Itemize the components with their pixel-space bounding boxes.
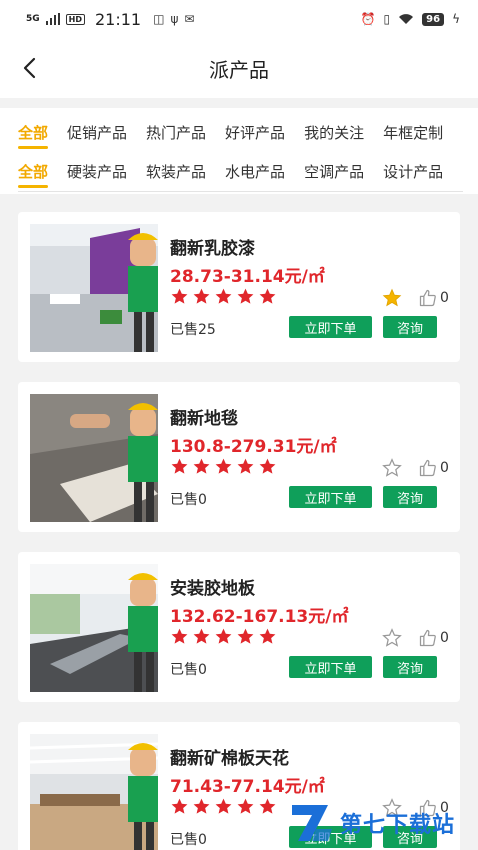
charging-icon: ϟ [452, 12, 460, 26]
rating-stars [170, 627, 277, 646]
star-filled-icon [193, 798, 210, 814]
favorite-star-outline-icon[interactable] [382, 458, 402, 478]
notification-icon: ◫ [153, 12, 165, 26]
star-filled-icon [193, 458, 210, 474]
tab-soft-decoration[interactable]: 软装产品 [146, 153, 206, 190]
tab-plumbing-electrical[interactable]: 水电产品 [225, 153, 285, 190]
product-price: 130.8-279.31元/㎡ [170, 437, 337, 457]
star-filled-icon [215, 288, 232, 304]
signal-icon [45, 13, 60, 25]
product-price: 28.73-31.14元/㎡ [170, 267, 325, 287]
page-title: 派产品 [209, 57, 269, 82]
sold-count: 已售0 [170, 832, 207, 848]
sold-count: 已售0 [170, 662, 207, 678]
mail-icon: ✉ [184, 12, 195, 26]
star-filled-icon [237, 458, 254, 474]
usb-icon: ψ [170, 12, 179, 26]
status-bar: 5G HD 21:11 ◫ ψ ✉ ⏰ ▯ 96 ϟ [0, 0, 478, 38]
like-count: 0 [440, 290, 449, 306]
back-button[interactable] [14, 52, 46, 84]
battery-indicator: 96 [422, 12, 445, 26]
order-now-button[interactable]: 立即下单 [289, 656, 372, 678]
tab-top-rated[interactable]: 好评产品 [225, 114, 285, 151]
star-filled-icon [171, 458, 188, 474]
star-filled-icon [193, 288, 210, 304]
filter-panel: 全部 促销产品 热门产品 好评产品 我的关注 年框定制 全部 硬装产品 软装产品… [0, 108, 478, 194]
tab-air-conditioning[interactable]: 空调产品 [304, 153, 364, 190]
product-price: 71.43-77.14元/㎡ [170, 777, 325, 797]
product-card[interactable]: 翻新地毯 130.8-279.31元/㎡ 0 已售0 立即下单 咨询 [18, 382, 460, 532]
thumbs-up-icon [419, 459, 436, 477]
thumbs-up-icon [419, 629, 436, 647]
star-filled-icon [171, 628, 188, 644]
product-name: 翻新地毯 [170, 409, 238, 429]
like-count: 0 [440, 630, 449, 646]
rating-stars [170, 457, 277, 476]
product-price: 132.62-167.13元/㎡ [170, 607, 349, 627]
tab-category-all[interactable]: 全部 [18, 114, 49, 151]
thumbs-up-icon [419, 289, 436, 307]
product-name: 安装胶地板 [170, 579, 255, 599]
tab-promotion[interactable]: 促销产品 [67, 114, 127, 151]
category-tab-row: 全部 促销产品 热门产品 好评产品 我的关注 年框定制 [18, 112, 463, 152]
tab-type-all[interactable]: 全部 [18, 153, 49, 190]
star-filled-icon [237, 288, 254, 304]
sold-count: 已售25 [170, 322, 216, 338]
star-filled-icon [193, 628, 210, 644]
status-left: 5G HD 21:11 ◫ ψ ✉ [26, 10, 194, 29]
tab-following[interactable]: 我的关注 [304, 114, 364, 151]
tab-design[interactable]: 设计产品 [383, 153, 443, 190]
tab-hard-decoration[interactable]: 硬装产品 [67, 153, 127, 190]
star-filled-icon [259, 458, 276, 474]
star-filled-icon [215, 628, 232, 644]
star-filled-icon [171, 798, 188, 814]
order-now-button[interactable]: 立即下单 [289, 486, 372, 508]
product-image-office-paint[interactable] [30, 224, 158, 352]
favorite-star-outline-icon[interactable] [382, 628, 402, 648]
star-filled-icon [171, 288, 188, 304]
like-button[interactable]: 0 [418, 628, 449, 648]
product-image-ceiling[interactable] [30, 734, 158, 850]
favorite-star-filled-icon[interactable] [382, 288, 402, 308]
nav-bar: 派产品 [0, 38, 478, 98]
wifi-icon [399, 14, 414, 24]
like-button[interactable]: 0 [418, 288, 449, 308]
tab-annual-custom[interactable]: 年框定制 [383, 114, 443, 151]
product-card[interactable]: 安装胶地板 132.62-167.13元/㎡ 0 已售0 立即下单 咨询 [18, 552, 460, 702]
watermark: 第七下载站 [288, 796, 478, 850]
product-image-vinyl-floor[interactable] [30, 564, 158, 692]
star-filled-icon [215, 458, 232, 474]
vibrate-icon: ▯ [383, 12, 391, 26]
sold-count: 已售0 [170, 492, 207, 508]
rating-stars [170, 797, 277, 816]
star-filled-icon [259, 288, 276, 304]
consult-button[interactable]: 咨询 [383, 486, 437, 508]
star-filled-icon [259, 628, 276, 644]
watermark-text: 第七下载站 [340, 813, 456, 838]
status-right: ⏰ ▯ 96 ϟ [361, 12, 460, 26]
product-name: 翻新乳胶漆 [170, 239, 255, 259]
alarm-icon: ⏰ [360, 12, 376, 26]
star-filled-icon [237, 798, 254, 814]
watermark-logo-icon [292, 805, 332, 841]
consult-button[interactable]: 咨询 [383, 656, 437, 678]
hd-badge: HD [65, 13, 85, 25]
tab-hot[interactable]: 热门产品 [146, 114, 206, 151]
consult-button[interactable]: 咨询 [383, 316, 437, 338]
type-tab-row: 全部 硬装产品 软装产品 水电产品 空调产品 设计产品 [18, 152, 463, 192]
star-filled-icon [237, 628, 254, 644]
order-now-button[interactable]: 立即下单 [289, 316, 372, 338]
clock: 21:11 [95, 9, 142, 29]
like-button[interactable]: 0 [418, 458, 449, 478]
network-indicator: 5G [26, 13, 40, 24]
product-image-carpet[interactable] [30, 394, 158, 522]
star-filled-icon [215, 798, 232, 814]
product-card[interactable]: 翻新乳胶漆 28.73-31.14元/㎡ 0 已售25 立即下单 咨询 [18, 212, 460, 362]
star-filled-icon [259, 798, 276, 814]
product-name: 翻新矿棉板天花 [170, 749, 289, 769]
rating-stars [170, 287, 277, 306]
like-count: 0 [440, 460, 449, 476]
chevron-left-icon [23, 57, 36, 79]
